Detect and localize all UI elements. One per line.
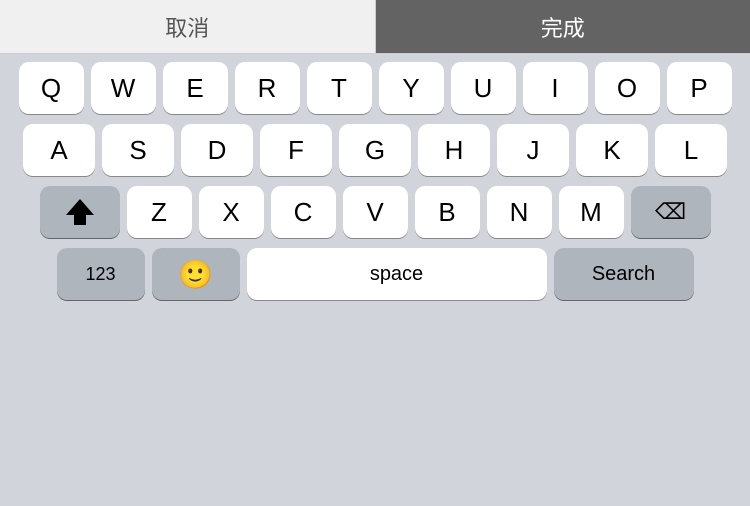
key-j[interactable]: J [497, 124, 569, 176]
keyboard: Q W E R T Y U I O P A S D F G H J K L Z … [0, 54, 750, 304]
key-m[interactable]: M [559, 186, 624, 238]
key-g[interactable]: G [339, 124, 411, 176]
search-key[interactable]: Search [554, 248, 694, 300]
keyboard-row-1: Q W E R T Y U I O P [3, 62, 747, 114]
cancel-button[interactable]: 取消 [0, 0, 376, 53]
key-q[interactable]: Q [19, 62, 84, 114]
key-o[interactable]: O [595, 62, 660, 114]
key-c[interactable]: C [271, 186, 336, 238]
shift-icon [66, 199, 94, 225]
keyboard-row-3: Z X C V B N M ⌫ [3, 186, 747, 238]
key-a[interactable]: A [23, 124, 95, 176]
key-i[interactable]: I [523, 62, 588, 114]
key-l[interactable]: L [655, 124, 727, 176]
key-z[interactable]: Z [127, 186, 192, 238]
key-p[interactable]: P [667, 62, 732, 114]
keyboard-row-4: 123 🙂 space Search [3, 248, 747, 300]
key-r[interactable]: R [235, 62, 300, 114]
emoji-key[interactable]: 🙂 [152, 248, 240, 300]
backspace-icon: ⌫ [655, 199, 686, 225]
key-n[interactable]: N [487, 186, 552, 238]
key-s[interactable]: S [102, 124, 174, 176]
key-y[interactable]: Y [379, 62, 444, 114]
key-x[interactable]: X [199, 186, 264, 238]
key-b[interactable]: B [415, 186, 480, 238]
key-e[interactable]: E [163, 62, 228, 114]
key-k[interactable]: K [576, 124, 648, 176]
numbers-key[interactable]: 123 [57, 248, 145, 300]
key-h[interactable]: H [418, 124, 490, 176]
emoji-icon: 🙂 [178, 258, 213, 291]
key-w[interactable]: W [91, 62, 156, 114]
done-button[interactable]: 完成 [376, 0, 750, 53]
key-f[interactable]: F [260, 124, 332, 176]
shift-key[interactable] [40, 186, 120, 238]
top-bar: 取消 完成 [0, 0, 750, 54]
key-t[interactable]: T [307, 62, 372, 114]
key-d[interactable]: D [181, 124, 253, 176]
key-u[interactable]: U [451, 62, 516, 114]
key-v[interactable]: V [343, 186, 408, 238]
space-key[interactable]: space [247, 248, 547, 300]
backspace-key[interactable]: ⌫ [631, 186, 711, 238]
keyboard-row-2: A S D F G H J K L [3, 124, 747, 176]
